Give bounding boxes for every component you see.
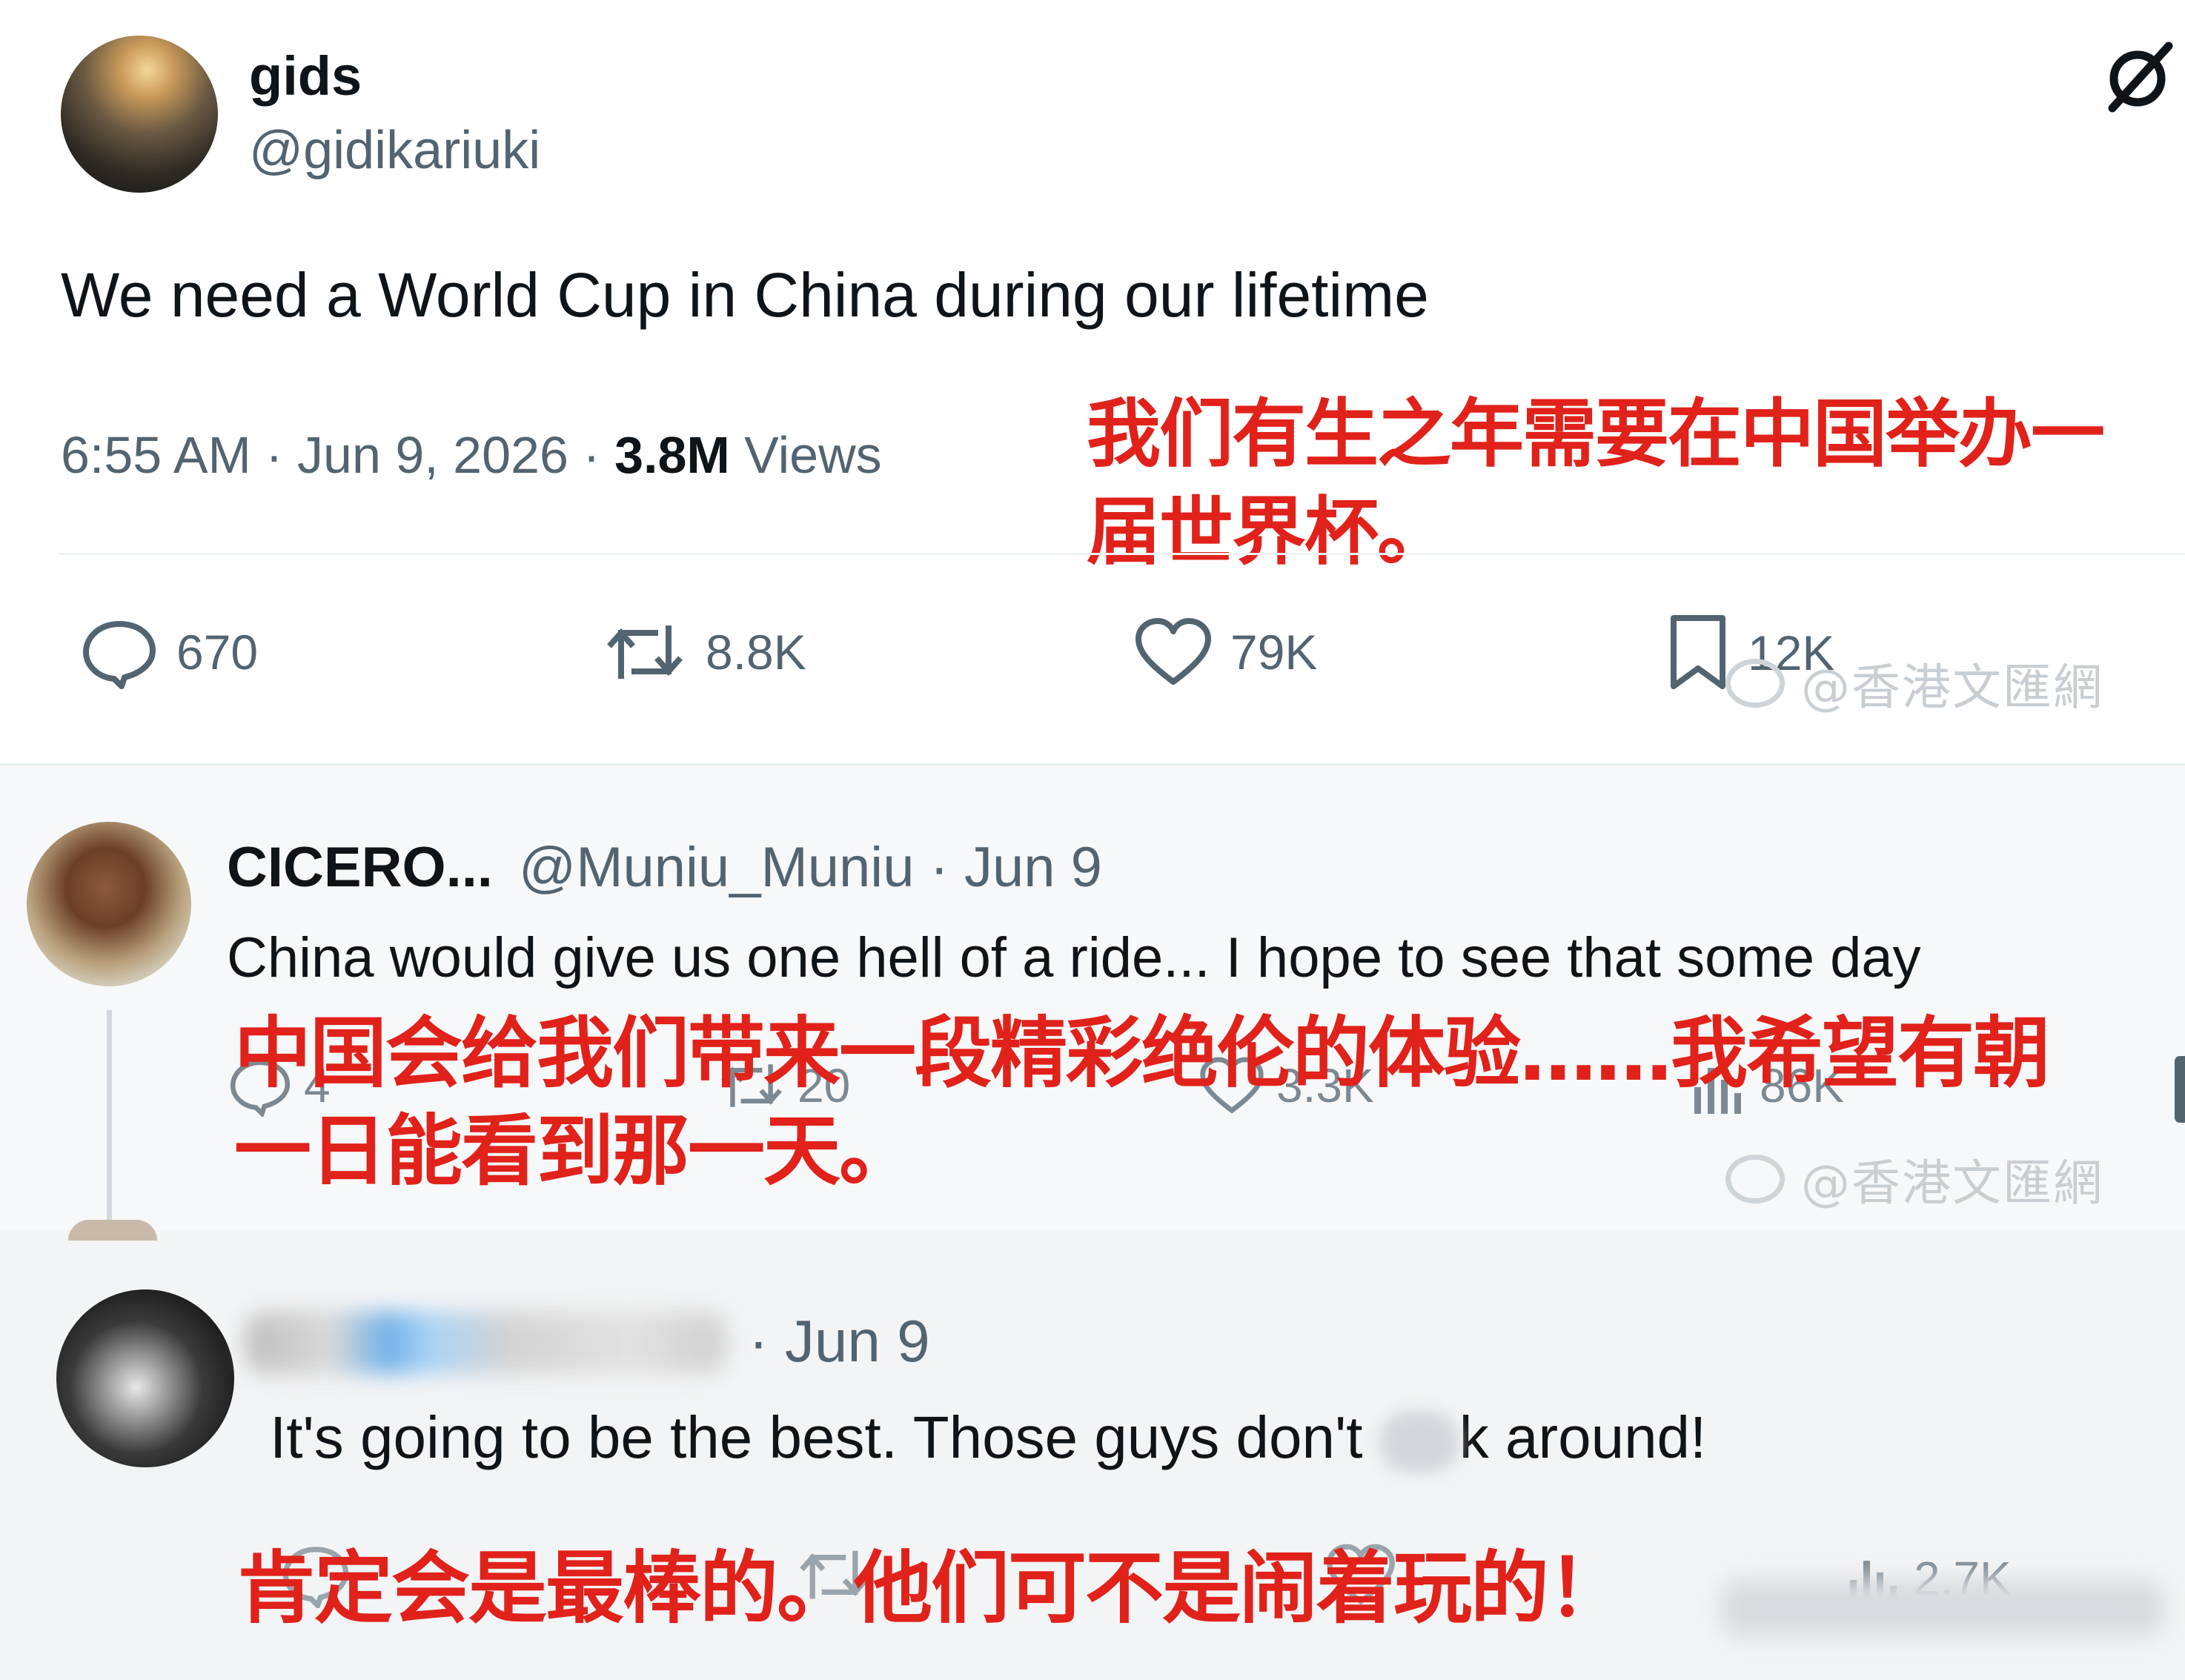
main-tweet: gids @gidikariuki We need a World Cup in… bbox=[0, 0, 2185, 763]
reply-1-thread-line bbox=[107, 1010, 112, 1232]
reply-2-avatar[interactable] bbox=[56, 1289, 234, 1467]
tweet-text: We need a World Cup in China during our … bbox=[61, 260, 1429, 330]
watermark-1: @香港文匯網 bbox=[1725, 646, 2103, 720]
weibo-logo-icon bbox=[1725, 659, 1785, 708]
translation-reply-2: 肯定会是最棒的。他们可不是闹着玩的！ bbox=[237, 1543, 1626, 1634]
reply-1-handle-date[interactable]: @Muniu_Muniu · Jun 9 bbox=[519, 836, 1102, 899]
views-label: Views bbox=[729, 426, 882, 484]
translation-main: 我们有生之年需要在中国举办一 届世界杯。 bbox=[1087, 385, 2105, 581]
author-display-name[interactable]: gids bbox=[249, 43, 362, 110]
reply-1-avatar[interactable] bbox=[27, 822, 191, 986]
reply-1-share-edge bbox=[2175, 1056, 2185, 1123]
reply-2-username-blurred bbox=[245, 1312, 726, 1374]
watermark-2: @香港文匯網 bbox=[1725, 1142, 2103, 1216]
reply-2-text-part1: It's going to be the best. Those guys do… bbox=[270, 1404, 1379, 1470]
translation-reply-1-line1: 中国会给我们带来一段精彩绝伦的体验……我希望有朝 bbox=[234, 1008, 2050, 1098]
action-reply[interactable]: 670 bbox=[79, 615, 258, 689]
reply-2[interactable]: · Jun 9 It's going to be the best. Those… bbox=[0, 1220, 2185, 1680]
watermark-text: @香港文匯網 bbox=[1801, 659, 2103, 716]
reply-2-censor-blur bbox=[1379, 1410, 1459, 1473]
bookmark-icon bbox=[1665, 612, 1731, 694]
views-count: 3.8M bbox=[614, 426, 730, 484]
action-retweet[interactable]: 8.8K bbox=[600, 615, 806, 689]
watermark-3-blurred bbox=[1720, 1578, 2164, 1638]
like-count: 79K bbox=[1230, 625, 1318, 680]
reply-1[interactable]: CICERO... @Muniu_Muniu · Jun 9 China wou… bbox=[0, 763, 2185, 1232]
reply-2-text: It's going to be the best. Those guys do… bbox=[270, 1399, 1706, 1476]
reply-1-display-name[interactable]: CICERO... bbox=[227, 836, 493, 899]
retweet-count: 8.8K bbox=[706, 625, 806, 680]
weibo-logo-icon bbox=[1725, 1155, 1785, 1203]
watermark-text: @香港文匯網 bbox=[1801, 1155, 2103, 1212]
tweet-timestamp[interactable]: 6:55 AM · Jun 9, 2026 · bbox=[61, 426, 614, 484]
reply-2-date[interactable]: · Jun 9 bbox=[749, 1304, 930, 1378]
translation-main-line1: 我们有生之年需要在中国举办一 bbox=[1087, 391, 2105, 477]
divider bbox=[58, 553, 2185, 555]
reply-2-text-part2: k around! bbox=[1459, 1404, 1707, 1470]
retweet-icon bbox=[600, 615, 689, 689]
author-avatar[interactable] bbox=[61, 36, 218, 193]
reply-1-header: CICERO... @Muniu_Muniu · Jun 9 bbox=[227, 831, 1102, 905]
peek-avatar-edge bbox=[68, 1220, 157, 1241]
heart-icon bbox=[1133, 615, 1214, 689]
reply-1-text: China would give us one hell of a ride..… bbox=[227, 926, 1921, 989]
author-handle[interactable]: @gidikariuki bbox=[249, 117, 540, 184]
x-logo-icon[interactable] bbox=[2103, 40, 2178, 114]
tweet-meta: 6:55 AM · Jun 9, 2026 · 3.8M Views bbox=[61, 419, 882, 491]
reply-count: 670 bbox=[176, 625, 259, 680]
translation-main-line2: 届世界杯。 bbox=[1087, 488, 1451, 575]
reply-icon bbox=[79, 615, 160, 689]
action-like[interactable]: 79K bbox=[1133, 615, 1317, 689]
